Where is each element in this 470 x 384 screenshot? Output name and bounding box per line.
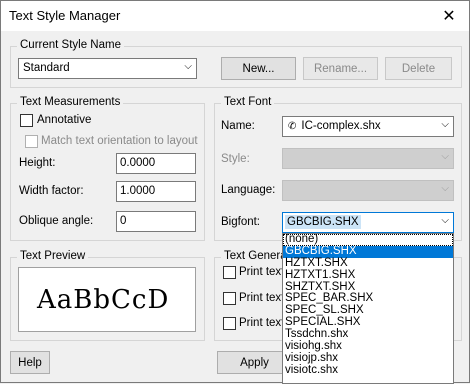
print-text-option-1-label: Print text <box>239 266 285 278</box>
bigfont-option[interactable]: HZTXT.SHX <box>283 257 453 270</box>
language-select[interactable]: ⌵ <box>282 180 454 201</box>
bigfont-dropdown-list[interactable]: (none) GBCBIG.SHX HZTXT.SHX HZTXT1.SHX SHZTX… <box>282 233 454 384</box>
language-label: Language: <box>221 184 276 196</box>
match-orientation-checkbox[interactable] <box>25 135 38 148</box>
current-style-group-label: Current Style Name <box>17 39 124 51</box>
text-generation-group-label: Text Genera <box>221 250 290 262</box>
current-style-value: Standard <box>23 62 70 74</box>
chevron-down-icon: ⌵ <box>441 119 449 130</box>
font-name-value: IC-complex.shx <box>301 120 381 132</box>
bigfont-option[interactable]: visiotc.shx <box>283 364 453 377</box>
print-text-option-2-label: Print text <box>239 292 285 304</box>
print-text-option-2-checkbox[interactable] <box>223 292 236 305</box>
height-value: 0.0000 <box>120 157 156 169</box>
bigfont-select[interactable]: GBCBIG.SHX ⌵ <box>282 212 454 233</box>
chevron-down-icon: ⌵ <box>441 215 449 226</box>
text-font-group-label: Text Font <box>221 96 275 108</box>
text-style-manager-window: Text Style Manager ✕ Current Style Name … <box>0 0 470 384</box>
text-preview-group-label: Text Preview <box>17 250 89 262</box>
bigfont-option[interactable]: HZTXT1.SHX <box>283 269 453 282</box>
new-style-button[interactable]: New... <box>221 57 296 80</box>
print-text-option-1-checkbox[interactable] <box>223 266 236 279</box>
apply-button[interactable]: Apply <box>217 351 292 374</box>
delete-style-button[interactable]: Delete <box>385 57 452 80</box>
text-preview-box: AaBbCcD <box>18 267 196 332</box>
bigfont-value: GBCBIG.SHX <box>285 215 361 229</box>
font-style-select[interactable]: ⌵ <box>282 148 454 169</box>
match-orientation-label: Match text orientation to layout <box>41 135 198 147</box>
width-factor-value: 1.0000 <box>120 185 156 197</box>
chevron-down-icon: ⌵ <box>441 151 449 162</box>
print-text-option-3-checkbox[interactable] <box>223 317 236 330</box>
chevron-down-icon: ⌵ <box>184 61 192 72</box>
window-title: Text Style Manager <box>9 8 121 23</box>
rename-style-button[interactable]: Rename... <box>303 57 378 80</box>
annotative-checkbox[interactable] <box>20 114 33 127</box>
chevron-down-icon: ⌵ <box>441 183 449 194</box>
print-text-option-3-label: Print text <box>239 317 285 329</box>
bigfont-option[interactable]: visiojp.shx <box>283 352 453 365</box>
current-style-select[interactable]: Standard ⌵ <box>18 58 197 79</box>
font-name-label: Name: <box>221 120 255 132</box>
oblique-angle-value: 0 <box>120 215 127 227</box>
preview-sample-text: AaBbCcD <box>37 285 170 315</box>
height-label: Height: <box>19 157 56 169</box>
height-input[interactable]: 0.0000 <box>116 153 196 174</box>
width-factor-input[interactable]: 1.0000 <box>116 181 196 202</box>
font-name-select[interactable]: ✆ IC-complex.shx ⌵ <box>282 116 454 137</box>
font-style-label: Style: <box>221 153 250 165</box>
oblique-angle-input[interactable]: 0 <box>116 211 196 232</box>
shx-font-icon: ✆ <box>288 121 297 132</box>
width-factor-label: Width factor: <box>19 185 84 197</box>
bigfont-label: Bigfont: <box>221 216 260 228</box>
oblique-angle-label: Oblique angle: <box>19 215 94 227</box>
bigfont-option[interactable]: GBCBIG.SHX <box>283 245 453 258</box>
title-bar: Text Style Manager ✕ <box>1 1 469 31</box>
help-button[interactable]: Help <box>10 351 50 374</box>
text-measurements-group-label: Text Measurements <box>17 96 124 108</box>
close-button[interactable]: ✕ <box>429 1 469 31</box>
annotative-label: Annotative <box>37 114 92 126</box>
